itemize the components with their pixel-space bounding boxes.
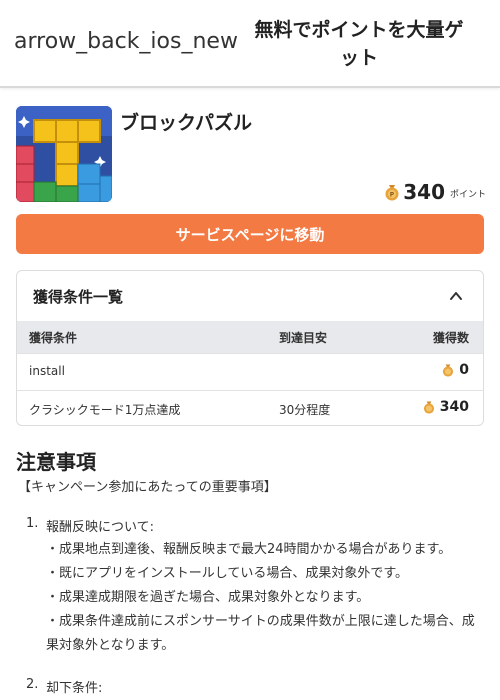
conditions-title: 獲得条件一覧 bbox=[33, 288, 124, 306]
points-unit: ポイント bbox=[449, 190, 486, 200]
list-item: ・成果地点到達後、報酬反映まで最大24時間かかる場合があります。 bbox=[46, 542, 452, 557]
coin-bag-icon: P bbox=[385, 185, 399, 201]
notes-intro: 【キャンペーン参加にあたっての重要事項】 bbox=[18, 480, 277, 495]
chevron-up-icon[interactable] bbox=[449, 289, 463, 303]
app-header: arrow_back_ios_new 無料でポイントを大量ゲット bbox=[0, 0, 500, 88]
coin-bag-icon bbox=[423, 401, 434, 414]
points-display: P 340 ポイント bbox=[383, 180, 486, 204]
list-heading: 報酬反映について: bbox=[46, 520, 154, 535]
coin-bag-icon bbox=[443, 364, 454, 377]
reward-value: 340 bbox=[439, 399, 469, 415]
list-heading: 却下条件: bbox=[46, 681, 103, 696]
column-header-condition: 獲得条件 bbox=[29, 331, 78, 345]
svg-text:P: P bbox=[390, 192, 395, 199]
app-name: ブロックパズル bbox=[120, 112, 253, 134]
reward-value: 0 bbox=[459, 362, 469, 378]
app-icon bbox=[16, 106, 112, 202]
list-item: ・成果達成期限を過ぎた場合、成果対象外となります。 bbox=[46, 590, 370, 605]
list-item: ・成果条件達成前にスポンサーサイトの成果件数が上限に達した場合、成果対象外となり… bbox=[46, 614, 475, 653]
condition-cell: クラシックモード1万点達成 bbox=[29, 403, 181, 417]
conditions-table-header: 獲得条件 到達目安 獲得数 bbox=[17, 321, 483, 353]
conditions-accordion-header[interactable]: 獲得条件一覧 bbox=[17, 271, 483, 321]
conditions-accordion: 獲得条件一覧 獲得条件 到達目安 獲得数 install 0 クラシックモード1… bbox=[16, 270, 484, 426]
list-number: 1. bbox=[26, 516, 39, 531]
reward-cell: 340 bbox=[422, 399, 469, 415]
target-cell: 30分程度 bbox=[279, 403, 331, 417]
go-to-service-label: サービスページに移動 bbox=[175, 225, 325, 244]
list-item: ・既にアプリをインストールしている場合、成果対象外です。 bbox=[46, 566, 409, 581]
reward-cell: 0 bbox=[441, 362, 469, 378]
column-header-target: 到達目安 bbox=[279, 331, 328, 345]
table-row: install 0 bbox=[17, 353, 483, 390]
points-value: 340 bbox=[403, 180, 445, 204]
notes-title: 注意事項 bbox=[16, 450, 96, 474]
page-title: 無料でポイントを大量ゲット bbox=[254, 19, 464, 69]
condition-cell: install bbox=[29, 364, 65, 378]
go-to-service-button[interactable]: サービスページに移動 bbox=[16, 214, 484, 254]
list-number: 2. bbox=[26, 677, 39, 692]
block-puzzle-app-icon bbox=[16, 106, 112, 202]
column-header-reward: 獲得数 bbox=[432, 331, 469, 345]
table-row: クラシックモード1万点達成 30分程度 340 bbox=[17, 390, 483, 425]
back-arrow-icon[interactable]: arrow_back_ios_new bbox=[14, 31, 238, 53]
